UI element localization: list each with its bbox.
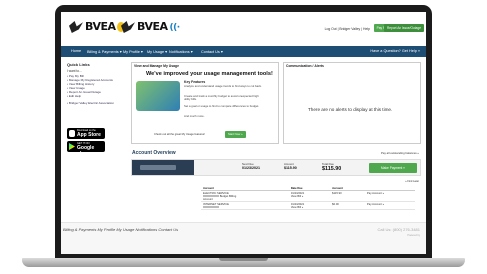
logo-bvea[interactable]: BVEA: [69, 20, 126, 33]
start-now-button[interactable]: Start Now »: [225, 131, 246, 138]
app-store-badge[interactable]: Download on the App Store: [67, 128, 105, 139]
quick-links-list: • Pay My Bill • Manage My Registered Acc…: [67, 74, 127, 98]
find-later-link[interactable]: » Find Later: [405, 180, 419, 183]
nav-home[interactable]: Home: [71, 49, 81, 53]
quick-links-sidebar: Quick Links I want to... • Pay My Bill •…: [67, 62, 127, 105]
masked-number: [203, 205, 219, 209]
apple-icon: [69, 130, 75, 137]
bird-logo-icon: [121, 21, 135, 33]
logo-text: BVEA: [137, 20, 168, 33]
pay-account-link[interactable]: Pay Account »: [364, 190, 415, 202]
alerts-card-header: Communication / Alerts: [286, 64, 324, 68]
feature-item: Analyze and understand usage trends to f…: [184, 84, 262, 88]
no-alerts-text: There are no alerts to display at this t…: [308, 107, 393, 112]
top-links[interactable]: Log Out | Bridger Valley | Help: [325, 27, 370, 31]
nav-notifications[interactable]: Notifications ▾: [169, 49, 193, 54]
nav-billing[interactable]: Billing & Payments ▾: [87, 49, 122, 54]
play-icon: [69, 143, 75, 150]
usage-card-title: We've improved your usage management too…: [146, 71, 273, 77]
amount-cell: $115.90: [330, 190, 365, 202]
account-cell: INTERNET SERVICE: [201, 201, 289, 210]
main-nav: Home Billing & Payments ▾ My Profile ▾ M…: [61, 46, 426, 57]
logo-text: BVEA: [85, 20, 116, 33]
nav-profile[interactable]: My Profile ▾: [123, 49, 143, 54]
footer-links[interactable]: Billing & Payments My Profile My Usage N…: [63, 227, 178, 232]
laptop-notch: [219, 258, 268, 261]
quick-links-title: Quick Links: [67, 62, 90, 67]
account-summary-bar: Next Due 01/23/2021 Amount $115.90 Total D…: [131, 159, 421, 176]
pay-all-link[interactable]: Pay all outstanding balances »: [381, 151, 419, 155]
laptop-frame: BVEA BVEA ((· Log Out | Bridger Valley | …: [0, 0, 487, 274]
logo-bvea-internet[interactable]: BVEA ((·: [121, 20, 180, 33]
table-row: INTERNET SERVICE 01/23/2021 View Bill » $…: [201, 201, 415, 210]
next-due: Next Due 01/23/2021: [242, 162, 260, 170]
view-bill-link[interactable]: View Bill »: [291, 206, 303, 209]
footer-powered-by: Powered by: [407, 234, 420, 237]
site-header: BVEA BVEA ((· Log Out | Bridger Valley | …: [61, 12, 426, 46]
bird-logo-icon: [69, 21, 83, 33]
account-name-panel: [132, 160, 194, 175]
quick-link-item[interactable]: • Edit Help: [67, 94, 127, 98]
total-due: Total Due $115.90: [322, 162, 342, 172]
google-play-badge[interactable]: GET IT ON Google play: [67, 141, 105, 157]
nav-help[interactable]: Have a Question? Get Help »: [370, 49, 420, 53]
amount-cell: $0.00: [330, 201, 365, 210]
pay-account-link[interactable]: Pay Account »: [364, 201, 415, 210]
bvea-link[interactable]: • Bridger Valley Electric Association: [67, 101, 127, 105]
wifi-icon: ((·: [169, 23, 180, 33]
check-out-text: Check out all the great My Usage feature…: [154, 133, 205, 136]
view-bill-link[interactable]: View Bill »: [291, 195, 303, 198]
site-footer: Billing & Payments My Profile My Usage N…: [61, 222, 426, 254]
nav-contact[interactable]: Contact Us ▾: [201, 49, 223, 54]
account-cell: ELECTRIC SERVICE Budget Billing Account: [201, 190, 289, 202]
report-issue-button[interactable]: Report An Issue/Outage: [383, 24, 424, 32]
feature-item: Set a goal or usage to find to compare d…: [184, 104, 260, 108]
make-payment-button[interactable]: Make Payment »: [369, 163, 417, 173]
date-cell: 01/23/2021 View Bill »: [288, 190, 331, 202]
amount: Amount $115.90: [284, 162, 297, 170]
footer-phone: Call Us: (800) 276-3481: [377, 227, 420, 232]
browser-screen: BVEA BVEA ((· Log Out | Bridger Valley | …: [61, 12, 426, 254]
date-cell: 01/23/2021 View Bill »: [288, 201, 331, 210]
alerts-card: Communication / Alerts There are no aler…: [283, 62, 421, 144]
table-row: ELECTRIC SERVICE Budget Billing Account 0…: [201, 190, 415, 202]
feature-item: And much more.: [184, 114, 205, 118]
usage-card-header: View and Manage My Usage: [134, 64, 179, 68]
usage-tools-image: [136, 81, 180, 111]
accounts-table: Account Date Due Account ELECTRIC SERVIC…: [201, 186, 415, 210]
google-play-text: Google play: [77, 145, 95, 157]
quick-links-subtitle: I want to...: [67, 69, 82, 73]
feature-item: Create and track a monthly budget to avo…: [184, 94, 259, 102]
account-overview-title: Account Overview: [132, 150, 176, 156]
masked-account-name: [140, 165, 176, 170]
app-store-text: App Store: [77, 132, 101, 138]
usage-card: View and Manage My Usage We've improved …: [131, 62, 279, 144]
nav-usage[interactable]: My Usage ▾: [147, 49, 167, 54]
